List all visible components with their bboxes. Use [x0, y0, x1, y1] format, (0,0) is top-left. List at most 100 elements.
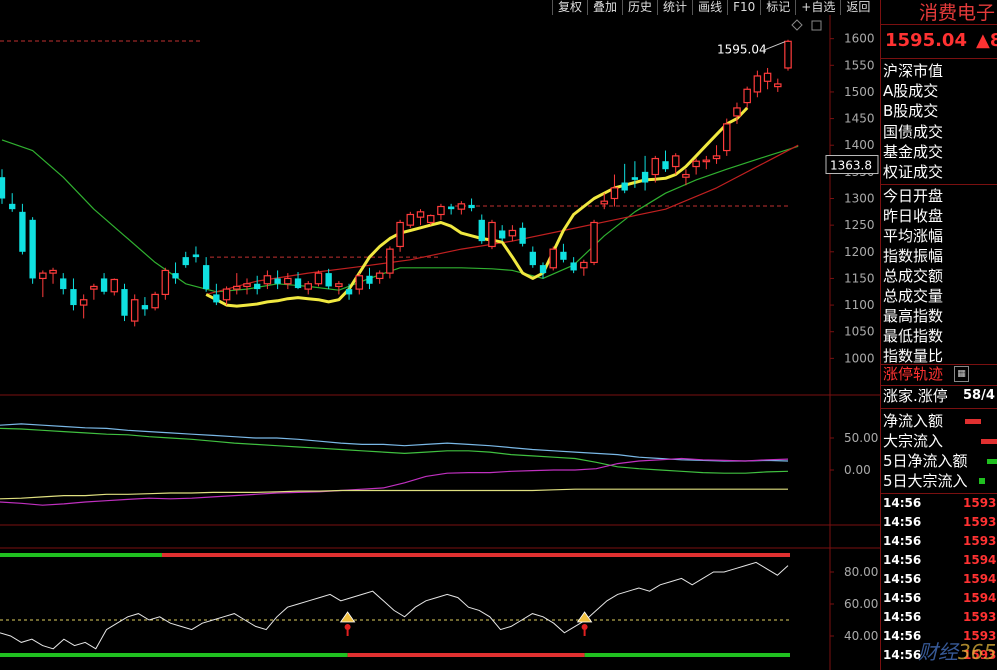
candle-body: [49, 269, 57, 274]
candle-body: [784, 40, 792, 69]
tick-time: 14:56: [883, 629, 922, 643]
limit-track-label[interactable]: 涨停轨迹: [883, 364, 943, 384]
tick-price: 1594: [963, 591, 997, 605]
tick-price: 1594: [963, 572, 997, 586]
tick-price: 1594: [963, 553, 997, 567]
flow-label: 净流入额: [883, 412, 944, 430]
chart-area[interactable]: 1000105011001150120012501300135014001450…: [0, 0, 880, 670]
flow-marker: [981, 439, 997, 444]
indicator-label: 沪深市值: [883, 62, 944, 80]
divider: [881, 24, 997, 25]
mark-button[interactable]: 标记: [760, 0, 796, 15]
indicator-label: 总成交量: [883, 287, 944, 305]
divider: [881, 58, 997, 59]
limit-ratio-label: 涨家.涨停: [883, 387, 948, 405]
tick-price: 1593: [963, 515, 997, 529]
candle-body: [519, 227, 526, 244]
y-tick-label: 1550: [844, 58, 875, 72]
last-price-pointer: [764, 41, 786, 51]
f10-button[interactable]: F10: [727, 0, 761, 15]
tick-time: 14:56: [883, 496, 922, 510]
signal-band-bottom: [584, 653, 790, 657]
y-tick-label: 1000: [844, 351, 875, 365]
candle-body: [294, 278, 302, 289]
candle-body: [39, 272, 47, 280]
candle-body: [192, 254, 200, 258]
current-price: 1595.04: [885, 30, 967, 51]
back-button[interactable]: 返回: [840, 0, 876, 15]
tick-time: 14:56: [883, 610, 922, 624]
candle-body: [304, 283, 312, 290]
y-tick-label: 1250: [844, 218, 875, 232]
stock-name: 消费电子: [919, 2, 996, 24]
candle-body: [529, 251, 536, 266]
indicator-label: 总成交额: [883, 267, 944, 285]
indicator-label: 平均涨幅: [883, 227, 944, 245]
candle-body: [662, 161, 669, 170]
tick-time: 14:56: [883, 515, 922, 529]
candle-body: [90, 285, 98, 290]
candle-body: [508, 229, 517, 237]
candle-body: [243, 283, 251, 288]
y-tick-label: 1500: [844, 85, 875, 99]
y-tick-label: 40.00: [844, 629, 878, 643]
statistics-button[interactable]: 统计: [657, 0, 693, 15]
y-tick-label: 1050: [844, 325, 875, 339]
candle-body: [712, 155, 721, 160]
candle-body: [590, 221, 598, 264]
flow-series-line: [0, 427, 789, 474]
candle-body: [733, 107, 741, 117]
restore-rights-button[interactable]: 复权: [552, 0, 588, 15]
y-tick-label: 0.00: [844, 463, 871, 477]
candle-body: [651, 157, 660, 176]
tick-time: 14:56: [883, 591, 922, 605]
y-tick-label: 1150: [844, 271, 875, 285]
indicator-label: 最低指数: [883, 327, 944, 345]
buy-signal-icon: [339, 611, 356, 623]
candle-body: [233, 285, 241, 290]
y-tick-label: 1100: [844, 298, 875, 312]
indicator-label: 最高指数: [883, 307, 944, 325]
candle-body: [763, 72, 772, 82]
candle-body: [580, 261, 588, 269]
candle-body: [151, 293, 159, 309]
panel-settings-icon: [811, 20, 822, 31]
y-tick-label: 1600: [844, 32, 875, 46]
history-button[interactable]: 历史: [622, 0, 658, 15]
draw-line-button[interactable]: 画线: [692, 0, 728, 15]
candle-body: [110, 278, 119, 293]
candle-body: [263, 275, 272, 285]
candle-body: [457, 203, 466, 210]
candle-body: [335, 283, 343, 288]
indicator-label: 国债成交: [883, 122, 944, 141]
add-favorite-button[interactable]: +自选: [795, 0, 841, 15]
flow-series-line: [0, 457, 789, 506]
candle-body: [345, 289, 353, 295]
candle-body: [468, 204, 475, 209]
tick-price: 1593: [963, 534, 997, 548]
candle-body: [19, 211, 26, 252]
candle-body: [774, 83, 782, 88]
candle-body: [355, 275, 364, 290]
candle-body: [325, 273, 332, 287]
indicator-label: A股成交: [883, 82, 939, 101]
candle-body: [416, 211, 425, 218]
candle-body: [447, 206, 455, 210]
candle-body: [621, 182, 628, 191]
flow-series-line: [0, 488, 788, 500]
candle-body: [375, 272, 384, 280]
tick-time: 14:56: [883, 553, 922, 567]
candle-body: [202, 265, 210, 290]
flow-series-line: [0, 423, 789, 462]
candle-body: [182, 257, 189, 266]
price-change: ▲8: [976, 30, 997, 51]
candle-body: [631, 177, 639, 180]
indicator-label: 昨日收盘: [883, 207, 944, 225]
candle-body: [702, 159, 711, 163]
flow-label: 大宗流入: [883, 432, 944, 450]
overlay-button[interactable]: 叠加: [587, 0, 623, 15]
limit-track-icon[interactable]: ▦: [954, 366, 969, 382]
signal-band-bottom: [347, 653, 585, 657]
candle-body: [121, 289, 128, 316]
y-tick-label: 80.00: [844, 565, 878, 579]
